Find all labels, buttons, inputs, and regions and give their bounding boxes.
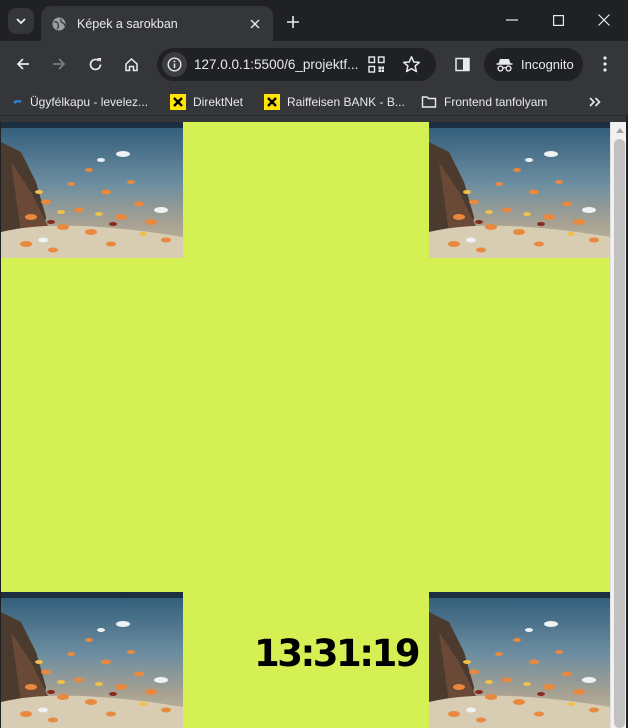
ugyfelkapu-icon	[13, 94, 23, 110]
raiffeisen-icon	[170, 93, 186, 110]
side-panel-icon	[454, 57, 470, 72]
bookmarks-overflow-button[interactable]	[586, 93, 604, 110]
bookmark-ugyfelkapu[interactable]: Ügyfélkapu - levelez...	[13, 93, 148, 110]
bookmark-label: DirektNet	[193, 94, 244, 109]
browser-toolbar: 127.0.0.1:5500/6_projektf... Incognito	[0, 41, 628, 87]
more-vert-icon	[603, 56, 607, 72]
double-chevron-right-icon	[589, 96, 601, 107]
page-viewport: 13:31:19	[1, 122, 610, 728]
clock-display: 13:31:19	[254, 632, 421, 675]
menu-button[interactable]	[591, 50, 619, 78]
window-close-button[interactable]	[591, 8, 617, 32]
incognito-label: Incognito	[521, 57, 574, 72]
bookmark-direktnet[interactable]: DirektNet	[170, 93, 243, 110]
url-text[interactable]: 127.0.0.1:5500/6_projektf...	[194, 57, 362, 72]
home-button[interactable]	[117, 50, 145, 78]
address-bar[interactable]: 127.0.0.1:5500/6_projektf...	[157, 48, 436, 81]
info-icon[interactable]	[162, 52, 187, 77]
star-icon[interactable]	[402, 55, 421, 74]
corner-image-top-left	[1, 122, 183, 258]
arrow-left-icon	[16, 57, 30, 71]
new-tab-button[interactable]	[281, 10, 305, 34]
tab-search-button[interactable]	[8, 8, 34, 34]
maximize-icon	[552, 14, 564, 26]
corner-image-bottom-left	[1, 592, 183, 728]
incognito-icon	[496, 58, 513, 72]
plus-icon	[287, 16, 299, 28]
scroll-up-icon[interactable]	[616, 128, 624, 133]
tab-strip: Képek a sarokban	[0, 0, 628, 41]
bookmark-raiffeisen[interactable]: Raiffeisen BANK - B...	[264, 93, 405, 110]
browser-tab[interactable]: Képek a sarokban	[41, 6, 273, 41]
bookmark-frontend[interactable]: Frontend tanfolyam	[421, 93, 547, 110]
bookmarks-bar: Ügyfélkapu - levelez... DirektNet Raiffe…	[0, 87, 628, 116]
raiffeisen-icon	[264, 93, 280, 110]
close-icon	[598, 14, 610, 26]
maximize-button[interactable]	[545, 8, 571, 32]
minimize-icon	[506, 19, 518, 21]
bookmark-label: Frontend tanfolyam	[444, 94, 548, 109]
reload-button[interactable]	[81, 50, 109, 78]
bookmark-label: Ügyfélkapu - levelez...	[30, 94, 149, 109]
home-icon	[124, 57, 139, 72]
bookmark-label: Raiffeisen BANK - B...	[287, 94, 405, 109]
tab-title: Képek a sarokban	[77, 16, 178, 31]
back-button[interactable]	[9, 50, 37, 78]
folder-icon	[421, 94, 437, 110]
corner-image-top-right	[429, 122, 610, 258]
forward-button[interactable]	[45, 50, 73, 78]
side-panel-button[interactable]	[448, 50, 476, 78]
arrow-right-icon	[52, 57, 66, 71]
reload-icon	[88, 57, 103, 72]
corner-image-bottom-right	[429, 592, 610, 728]
qr-code-icon[interactable]	[368, 56, 385, 73]
tab-close-icon[interactable]	[247, 16, 263, 32]
chevron-down-icon	[16, 18, 26, 24]
minimize-button[interactable]	[499, 8, 525, 32]
incognito-badge[interactable]: Incognito	[484, 48, 583, 81]
scrollbar-thumb[interactable]	[614, 139, 625, 728]
globe-icon	[51, 16, 67, 32]
